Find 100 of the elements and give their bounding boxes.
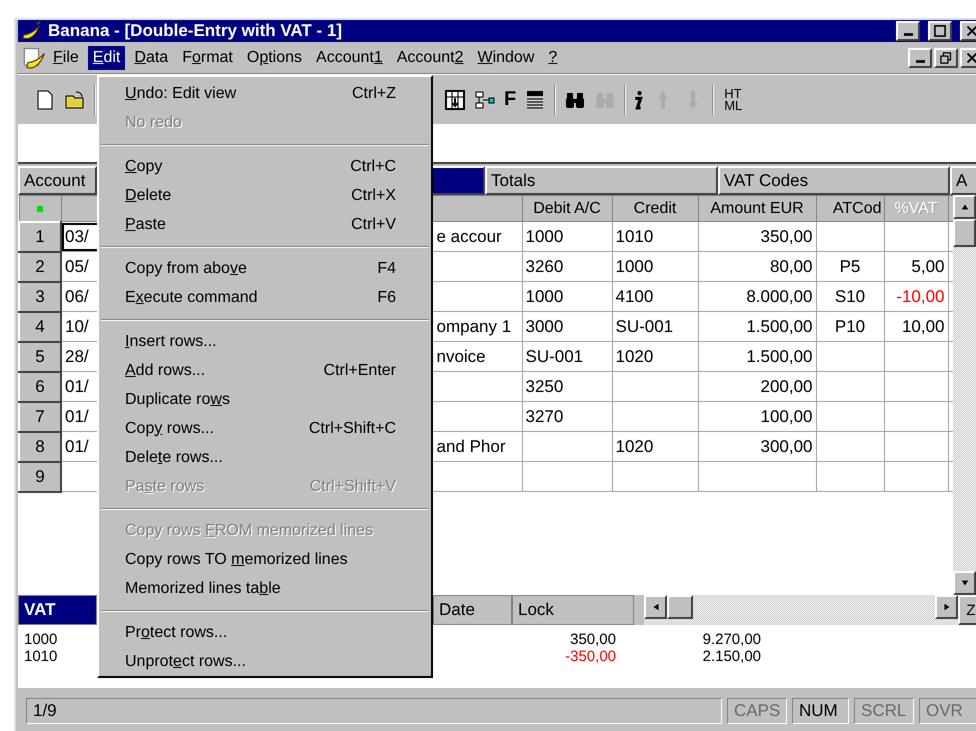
table-cell: P5 bbox=[816, 252, 884, 282]
menu-entry[interactable]: Copy rows TO memorized lines bbox=[101, 545, 429, 574]
info-icon bbox=[634, 90, 644, 110]
minimize-button[interactable] bbox=[908, 48, 932, 68]
shortcut-label: Ctrl+Z bbox=[352, 84, 396, 102]
toolbar-button[interactable]: F bbox=[500, 84, 520, 116]
table-cell: P10 bbox=[816, 312, 884, 342]
html-button[interactable]: HT ML bbox=[718, 88, 748, 112]
row-number[interactable]: 8 bbox=[19, 432, 61, 462]
column-header[interactable]: Credit bbox=[612, 196, 698, 222]
sheet-tab[interactable]: A bbox=[950, 166, 976, 195]
font-label[interactable]: F bbox=[504, 88, 516, 111]
scroll-up-button[interactable] bbox=[953, 195, 976, 219]
account-number: 1010 bbox=[24, 648, 58, 665]
status-indicator: OVR bbox=[919, 698, 976, 724]
zoom-button[interactable]: Z bbox=[958, 595, 976, 625]
status-indicator: CAPS bbox=[727, 698, 787, 724]
scroll-thumb[interactable] bbox=[667, 595, 693, 619]
shortcut-label: Ctrl+Shift+V bbox=[310, 478, 396, 496]
view-tab[interactable]: Lock bbox=[512, 595, 634, 625]
amount-value: -350,00 bbox=[564, 648, 616, 665]
arrow-left-icon bbox=[652, 602, 660, 612]
row-number[interactable]: 2 bbox=[19, 252, 61, 282]
arrow-up-icon bbox=[960, 203, 970, 211]
row-number[interactable]: 9 bbox=[19, 462, 61, 492]
restore-icon bbox=[939, 50, 953, 64]
table-cell: 1020 bbox=[612, 342, 698, 372]
status-indicator: SCRL bbox=[854, 698, 914, 724]
table-cell: S10 bbox=[816, 282, 884, 312]
menu-item[interactable]: Data bbox=[129, 46, 174, 70]
menu-entry[interactable]: Memorized lines table bbox=[101, 574, 429, 603]
menu-item[interactable]: File bbox=[48, 46, 84, 70]
table-cell: 3250 bbox=[522, 372, 612, 402]
arrow-down-icon bbox=[960, 579, 970, 587]
shortcut-label: Ctrl+X bbox=[351, 186, 396, 204]
table-cell: 5,00 bbox=[884, 252, 948, 282]
row-number[interactable]: 3 bbox=[19, 282, 61, 312]
sheet-tab[interactable]: Account bbox=[18, 166, 97, 195]
column-header[interactable]: Debit A/C bbox=[522, 196, 612, 222]
maximize-button[interactable] bbox=[928, 21, 952, 41]
row-number[interactable]: 1 bbox=[19, 222, 61, 252]
table-cell: 1.500,00 bbox=[698, 342, 816, 372]
menu-item[interactable]: Format bbox=[177, 46, 238, 70]
table-cell: 1.500,00 bbox=[698, 312, 816, 342]
view-tab[interactable]: Date bbox=[433, 595, 512, 625]
scroll-right-button[interactable] bbox=[935, 595, 958, 619]
minimize-icon bbox=[904, 33, 912, 36]
row-number[interactable]: 6 bbox=[19, 372, 61, 402]
table-cell: 1000 bbox=[612, 252, 698, 282]
menu-item[interactable]: Options bbox=[242, 46, 308, 70]
table-cell: 3270 bbox=[522, 402, 612, 432]
window-title: Banana - [Double-Entry with VAT - 1] bbox=[48, 21, 344, 41]
table-cell: SU-001 bbox=[522, 342, 612, 372]
scroll-track[interactable] bbox=[953, 195, 976, 595]
menu-entry[interactable]: Protect rows... bbox=[101, 618, 429, 647]
table-cell: -10,00 bbox=[884, 282, 948, 312]
scroll-left-button[interactable] bbox=[644, 595, 667, 619]
menu-item[interactable]: Edit bbox=[88, 46, 126, 70]
menu-entry[interactable]: Copy Ctrl+C bbox=[101, 152, 429, 181]
table-cell: 1010 bbox=[612, 222, 698, 252]
row-number[interactable]: 5 bbox=[19, 342, 61, 372]
sheet-tab[interactable]: VAT Codes bbox=[718, 166, 950, 195]
table-cell: 10,00 bbox=[884, 312, 948, 342]
scroll-track[interactable]: Z bbox=[644, 595, 976, 625]
table-cell: 100,00 bbox=[698, 402, 816, 432]
restore-button[interactable] bbox=[934, 48, 958, 68]
scroll-thumb[interactable] bbox=[953, 219, 976, 247]
shortcut-label: F6 bbox=[377, 288, 396, 306]
maximize-icon bbox=[933, 24, 947, 38]
column-header[interactable]: ATCod bbox=[816, 196, 884, 222]
status-indicator: NUM bbox=[792, 698, 849, 724]
table-cell: 1000 bbox=[522, 282, 612, 312]
column-header[interactable]: Amount EUR bbox=[698, 196, 816, 222]
table-cell: 4100 bbox=[612, 282, 698, 312]
banana-icon bbox=[20, 20, 42, 42]
account-number: 1000 bbox=[24, 631, 58, 648]
minimize-button[interactable] bbox=[896, 21, 920, 41]
scroll-down-button[interactable] bbox=[953, 571, 976, 595]
corner-icon bbox=[37, 206, 43, 212]
menu-entry[interactable]: Unprotect rows... bbox=[101, 647, 429, 676]
table-cell: 300,00 bbox=[698, 432, 816, 462]
menu-item[interactable]: Account2 bbox=[392, 46, 468, 70]
amount-value: 350,00 bbox=[569, 631, 616, 648]
minimize-icon bbox=[916, 60, 924, 62]
table-cell: 3000 bbox=[522, 312, 612, 342]
menu-item[interactable]: ? bbox=[543, 46, 562, 70]
row-position: 1/9 bbox=[26, 698, 722, 724]
table-cell: SU-001 bbox=[612, 312, 698, 342]
menu-entry[interactable]: Delete Ctrl+X bbox=[101, 181, 429, 210]
row-number[interactable]: 4 bbox=[19, 312, 61, 342]
view-tab[interactable]: VAT bbox=[18, 595, 97, 625]
menu-entry[interactable]: Undo: Edit view Ctrl+Z bbox=[101, 79, 429, 108]
menu-item[interactable]: Window bbox=[472, 46, 540, 70]
table-icon bbox=[444, 88, 466, 110]
table-cell: 200,00 bbox=[698, 372, 816, 402]
close-icon bbox=[965, 50, 976, 64]
arrow-right-icon bbox=[942, 602, 950, 612]
row-number[interactable]: 7 bbox=[19, 402, 61, 432]
menu-item[interactable]: Account1 bbox=[311, 46, 388, 70]
sheet-tab[interactable]: Totals bbox=[485, 166, 718, 195]
